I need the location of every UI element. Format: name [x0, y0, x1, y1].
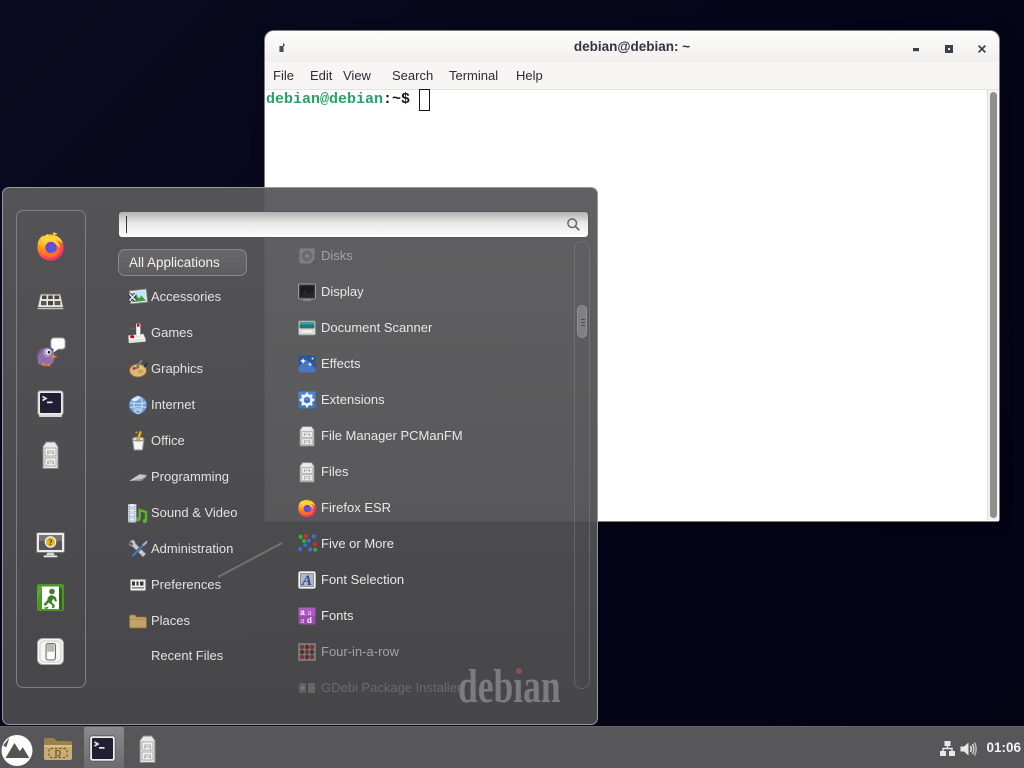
svg-text:A: A — [301, 573, 312, 589]
svg-text:a: a — [301, 616, 305, 625]
svg-text:?: ? — [48, 537, 52, 547]
svg-text:D: D — [55, 749, 62, 759]
svg-text:d: d — [307, 616, 312, 625]
